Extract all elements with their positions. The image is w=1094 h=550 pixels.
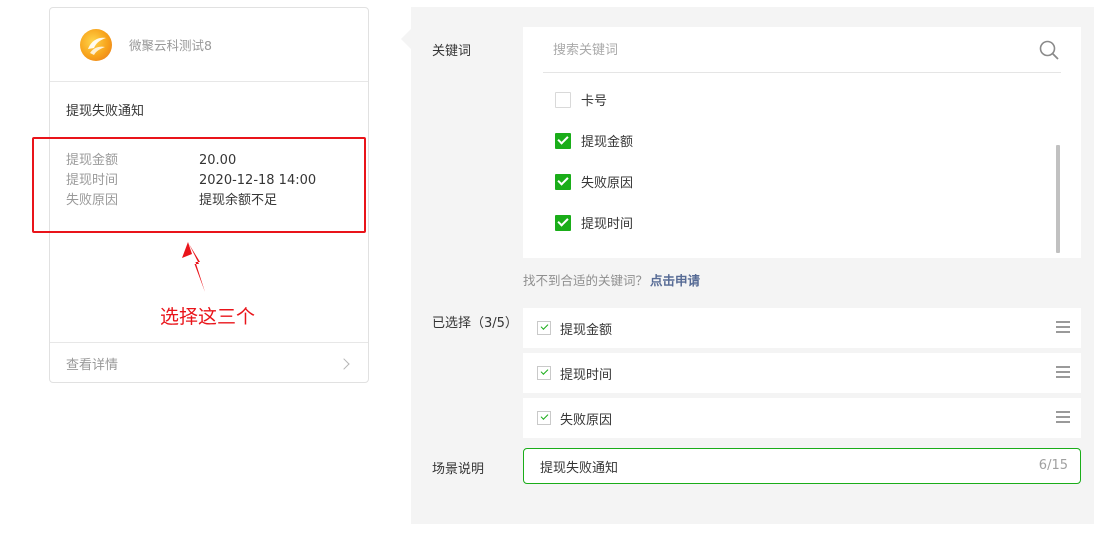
apply-keyword-link[interactable]: 点击申请 bbox=[650, 273, 700, 288]
view-details-link[interactable]: 查看详情 bbox=[50, 342, 368, 384]
char-counter: 6/15 bbox=[1038, 458, 1068, 473]
selected-keyword-item[interactable]: 提现金额 bbox=[523, 308, 1081, 348]
selected-keyword-label: 提现时间 bbox=[560, 367, 613, 383]
card-header: 微聚云科测试8 bbox=[50, 8, 368, 82]
selected-keyword-item[interactable]: 失败原因 bbox=[523, 398, 1081, 438]
checkbox-checked-icon[interactable] bbox=[555, 214, 571, 231]
view-details-label: 查看详情 bbox=[66, 358, 119, 373]
message-title: 提现失败通知 bbox=[66, 104, 145, 119]
checkbox-checked-icon[interactable] bbox=[537, 366, 551, 380]
chevron-right-icon bbox=[338, 357, 350, 370]
keyword-option[interactable]: 提现金额 bbox=[555, 120, 633, 161]
keyword-option-label: 卡号 bbox=[581, 94, 608, 109]
keyword-option-label: 提现时间 bbox=[581, 217, 634, 232]
selected-keyword-label: 提现金额 bbox=[560, 322, 613, 338]
search-icon[interactable] bbox=[1039, 40, 1059, 60]
keyword-search-input[interactable] bbox=[543, 27, 1003, 73]
drag-handle-icon[interactable] bbox=[1056, 411, 1070, 423]
keyword-option[interactable]: 卡号 bbox=[555, 79, 633, 120]
drag-handle-icon[interactable] bbox=[1056, 366, 1070, 378]
keyword-option-label: 提现金额 bbox=[581, 135, 634, 150]
brand-logo-icon bbox=[80, 28, 112, 61]
selected-keyword-item[interactable]: 提现时间 bbox=[523, 353, 1081, 393]
scene-description-field: 6/15 bbox=[523, 448, 1081, 484]
selected-label: 已选择（3/5） bbox=[432, 316, 518, 331]
keyword-picker: 卡号 提现金额 失败原因 提现时间 bbox=[523, 27, 1081, 258]
selected-keyword-label: 失败原因 bbox=[560, 412, 613, 428]
checkbox-checked-icon[interactable] bbox=[537, 411, 551, 425]
keyword-hint: 找不到合适的关键词？ 点击申请 bbox=[523, 270, 700, 289]
checkbox-checked-icon[interactable] bbox=[555, 132, 571, 149]
keyword-label: 关键词 bbox=[432, 44, 472, 59]
keyword-list-scrollbar[interactable] bbox=[1056, 145, 1060, 253]
annotation-highlight-box bbox=[32, 137, 366, 233]
annotation-arrow-icon bbox=[182, 242, 205, 292]
keyword-option-label: 失败原因 bbox=[581, 176, 634, 191]
scene-description-input[interactable] bbox=[524, 449, 1004, 483]
keyword-option[interactable]: 失败原因 bbox=[555, 161, 633, 202]
annotation-note: 选择这三个 bbox=[160, 306, 256, 328]
checkbox-unchecked-icon[interactable] bbox=[555, 91, 571, 108]
panel-pointer bbox=[401, 29, 411, 49]
drag-handle-icon[interactable] bbox=[1056, 321, 1070, 333]
keyword-list: 卡号 提现金额 失败原因 提现时间 bbox=[555, 79, 633, 243]
keyword-option[interactable]: 提现时间 bbox=[555, 202, 633, 243]
brand-name: 微聚云科测试8 bbox=[129, 38, 212, 53]
checkbox-checked-icon[interactable] bbox=[555, 173, 571, 190]
keyword-hint-text: 找不到合适的关键词？ bbox=[523, 273, 649, 288]
scene-label: 场景说明 bbox=[432, 462, 485, 477]
checkbox-checked-icon[interactable] bbox=[537, 321, 551, 335]
keyword-search bbox=[543, 27, 1061, 73]
